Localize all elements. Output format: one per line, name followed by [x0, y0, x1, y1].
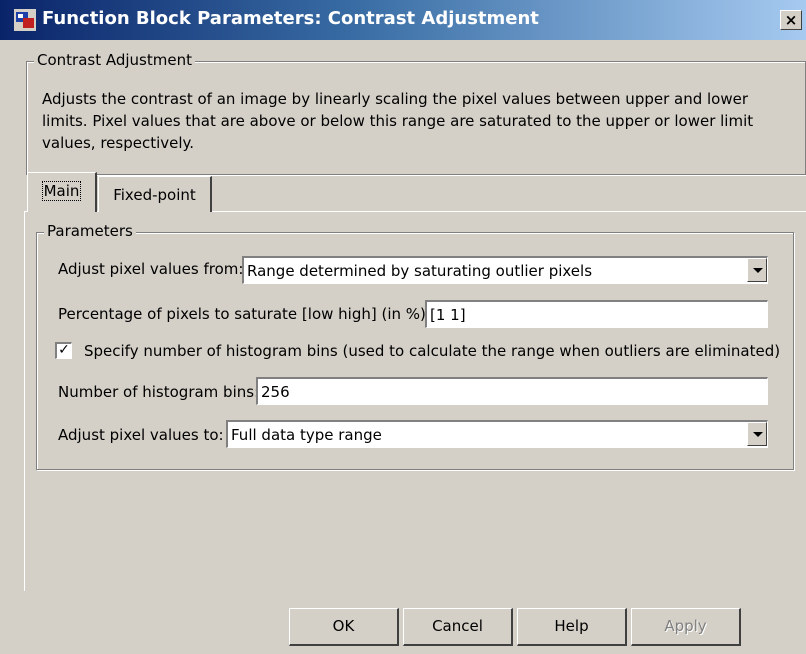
title-bar[interactable]: Function Block Parameters: Contrast Adju… [0, 0, 806, 40]
simulink-block-icon [14, 9, 36, 31]
help-button[interactable]: Help [517, 608, 627, 646]
tab-main-label: Main [41, 181, 82, 201]
block-description: Adjusts the contrast of an image by line… [42, 90, 754, 152]
adjust-from-dropdown[interactable]: Range determined by saturating outlier p… [242, 256, 768, 284]
num-bins-input[interactable]: 256 [256, 377, 768, 405]
dialog-window: Function Block Parameters: Contrast Adju… [0, 0, 806, 654]
tab-fixed-point-label: Fixed-point [113, 186, 196, 204]
adjust-to-value: Full data type range [231, 426, 382, 444]
specify-bins-checkbox[interactable]: ✓ [55, 342, 72, 359]
percentage-label: Percentage of pixels to saturate [low hi… [58, 305, 431, 323]
tab-fixed-point[interactable]: Fixed-point [98, 176, 212, 212]
close-button[interactable]: × [780, 10, 802, 30]
tab-main[interactable]: Main [27, 172, 97, 212]
chevron-down-icon[interactable] [747, 258, 767, 282]
adjust-from-value: Range determined by saturating outlier p… [247, 262, 593, 280]
cancel-button[interactable]: Cancel [403, 608, 513, 646]
adjust-to-label: Adjust pixel values to: [58, 426, 224, 444]
adjust-to-dropdown[interactable]: Full data type range [226, 420, 768, 448]
percentage-input[interactable]: [1 1] [425, 300, 768, 328]
ok-button[interactable]: OK [289, 608, 399, 646]
chevron-down-icon[interactable] [747, 422, 767, 446]
window-title: Function Block Parameters: Contrast Adju… [42, 8, 539, 29]
adjust-from-label: Adjust pixel values from: [58, 260, 244, 278]
num-bins-label: Number of histogram bins: [58, 383, 260, 401]
parameters-group-label: Parameters [44, 222, 136, 240]
apply-button[interactable]: Apply [631, 608, 741, 646]
specify-bins-label: Specify number of histogram bins (used t… [84, 342, 781, 360]
block-group-label: Contrast Adjustment [34, 51, 195, 69]
